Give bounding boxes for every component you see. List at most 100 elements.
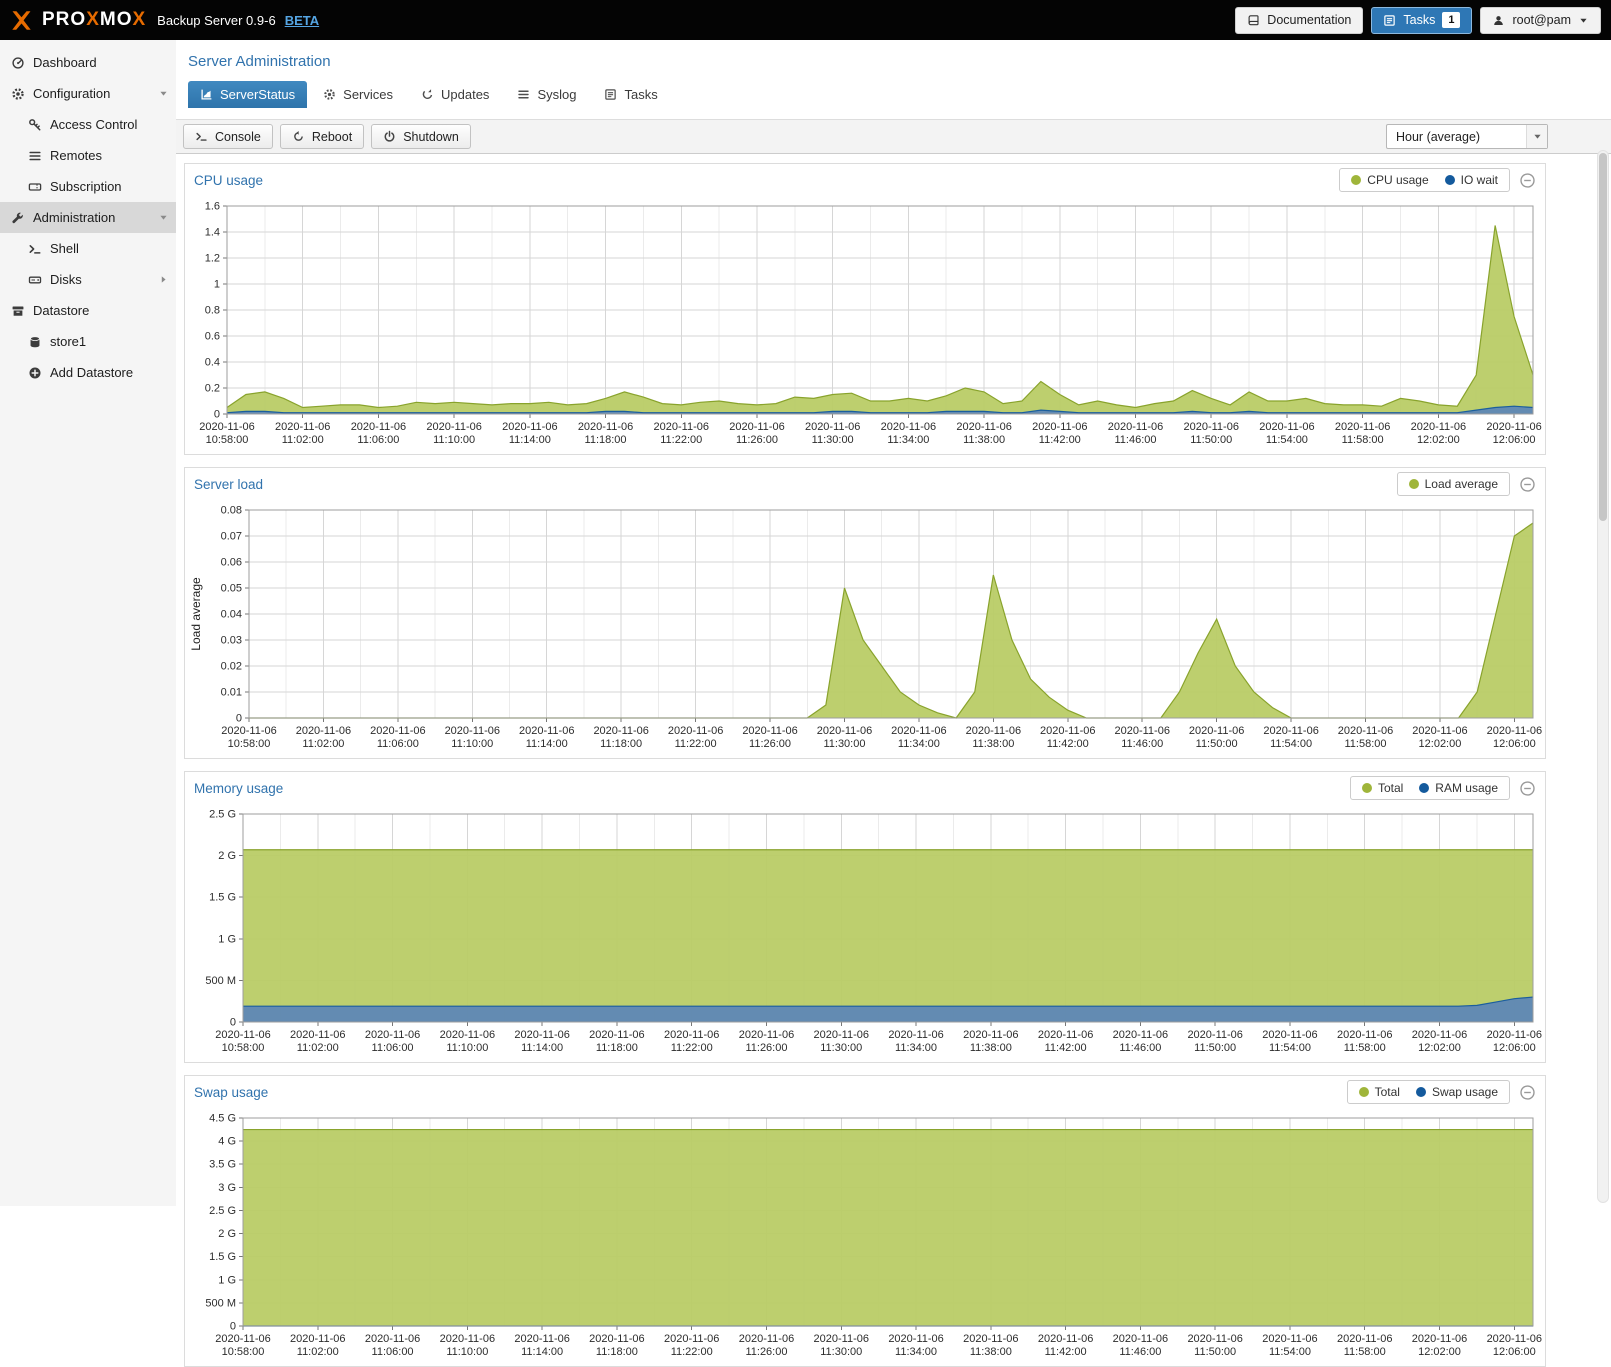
reboot-label: Reboot [312,130,352,144]
panel-title: Swap usage [194,1085,268,1100]
archive-icon [11,304,25,318]
console-button[interactable]: Console [183,124,273,149]
sidebar-item-datastore[interactable]: Datastore [0,295,176,326]
collapse-icon[interactable] [1519,780,1536,797]
tab-services[interactable]: Services [311,81,405,108]
svg-text:2020-11-0611:38:00: 2020-11-0611:38:00 [966,725,1021,750]
svg-text:2020-11-0611:14:00: 2020-11-0611:14:00 [514,1029,569,1054]
refresh-icon [421,88,434,101]
svg-text:3.5 G: 3.5 G [209,1159,236,1171]
sidebar-item-add-datastore[interactable]: Add Datastore [0,357,176,388]
sidebar-item-remotes[interactable]: Remotes [0,140,176,171]
gear-icon [11,87,25,101]
svg-text:2020-11-0611:22:00: 2020-11-0611:22:00 [664,1333,719,1358]
svg-text:2020-11-0611:42:00: 2020-11-0611:42:00 [1038,1333,1093,1358]
user-icon [1492,14,1505,27]
sidebar-item-label: Dashboard [33,55,97,70]
proxmox-logo-icon [10,9,33,32]
sidebar-item-dashboard[interactable]: Dashboard [0,47,176,78]
reboot-button[interactable]: Reboot [280,124,364,149]
svg-text:2020-11-0611:42:00: 2020-11-0611:42:00 [1038,1029,1093,1054]
sidebar-item-label: Add Datastore [50,365,133,380]
gear-icon [323,88,336,101]
svg-text:2020-11-0611:34:00: 2020-11-0611:34:00 [891,725,946,750]
svg-text:2.5 G: 2.5 G [209,1205,236,1217]
brand-text: PROXMOX [42,9,146,31]
svg-text:0.03: 0.03 [221,635,242,647]
svg-text:2020-11-0611:46:00: 2020-11-0611:46:00 [1108,421,1163,446]
tab-tasks[interactable]: Tasks [592,81,669,108]
sidebar-item-label: Access Control [50,117,137,132]
collapse-icon[interactable] [1519,1084,1536,1101]
svg-text:3 G: 3 G [218,1182,236,1194]
swap-usage-panel: Swap usage TotalSwap usage 0500 M1 G1.5 … [184,1075,1546,1367]
sidebar-item-label: Datastore [33,303,89,318]
svg-text:2020-11-0612:02:00: 2020-11-0612:02:00 [1411,421,1466,446]
svg-text:2020-11-0611:06:00: 2020-11-0611:06:00 [365,1029,420,1054]
terminal-icon [28,242,42,256]
tab-label: Services [343,87,393,102]
tasks-badge: 1 [1442,12,1460,28]
combo-trigger[interactable] [1526,125,1547,148]
svg-text:2020-11-0611:58:00: 2020-11-0611:58:00 [1337,1029,1392,1054]
svg-text:2020-11-0611:54:00: 2020-11-0611:54:00 [1263,725,1318,750]
vertical-scrollbar[interactable] [1597,150,1609,1203]
disk-icon [28,273,42,287]
legend-item: Swap usage [1416,1085,1498,1099]
shutdown-button[interactable]: Shutdown [371,124,471,149]
sidebar-item-configuration[interactable]: Configuration [0,78,176,109]
sidebar-item-subscription[interactable]: Subscription [0,171,176,202]
shutdown-label: Shutdown [403,130,459,144]
caret-down-icon[interactable] [158,88,169,99]
svg-text:0.08: 0.08 [221,505,242,517]
swap-usage-chart: 0500 M1 G1.5 G2 G2.5 G3 G3.5 G4 G4.5 G20… [185,1108,1545,1366]
beta-link[interactable]: BETA [285,13,319,28]
sidebar-item-disks[interactable]: Disks [0,264,176,295]
caret-right-icon[interactable] [158,274,169,285]
collapse-icon[interactable] [1519,172,1536,189]
cpu-usage-chart: 00.20.40.60.811.21.41.62020-11-0610:58:0… [185,196,1545,454]
main-content: Server Administration ServerStatus Servi… [176,40,1611,1206]
scrollbar-thumb[interactable] [1599,153,1607,521]
svg-text:2020-11-0611:18:00: 2020-11-0611:18:00 [593,725,648,750]
tab-updates[interactable]: Updates [409,81,501,108]
tasks-button[interactable]: Tasks 1 [1371,7,1472,34]
svg-text:2020-11-0611:10:00: 2020-11-0611:10:00 [440,1333,495,1358]
tab-syslog[interactable]: Syslog [505,81,588,108]
svg-text:4.5 G: 4.5 G [209,1113,236,1125]
tab-serverstatus[interactable]: ServerStatus [188,81,307,108]
svg-text:2020-11-0611:14:00: 2020-11-0611:14:00 [502,421,557,446]
legend-item: Total [1359,1085,1400,1099]
svg-text:2020-11-0612:02:00: 2020-11-0612:02:00 [1412,1029,1467,1054]
svg-text:2020-11-0611:18:00: 2020-11-0611:18:00 [589,1029,644,1054]
svg-text:2020-11-0612:06:00: 2020-11-0612:06:00 [1486,421,1541,446]
user-label: root@pam [1512,13,1571,27]
documentation-button[interactable]: Documentation [1235,7,1363,34]
tasklist-icon [1383,14,1396,27]
svg-text:0.05: 0.05 [221,583,242,595]
svg-text:2020-11-0610:58:00: 2020-11-0610:58:00 [215,1029,270,1054]
sidebar-item-access-control[interactable]: Access Control [0,109,176,140]
svg-text:2020-11-0611:18:00: 2020-11-0611:18:00 [589,1333,644,1358]
svg-text:2020-11-0611:38:00: 2020-11-0611:38:00 [963,1029,1018,1054]
sidebar-item-shell[interactable]: Shell [0,233,176,264]
user-menu-button[interactable]: root@pam [1480,7,1601,34]
sidebar: Dashboard Configuration Access Control Remo… [0,40,176,1206]
timeframe-select[interactable]: Hour (average) [1386,124,1548,149]
svg-text:2020-11-0611:42:00: 2020-11-0611:42:00 [1032,421,1087,446]
plus-circle-icon [28,366,42,380]
product-version: Backup Server 0.9-6 [157,13,276,28]
tab-label: Syslog [537,87,576,102]
sidebar-item-label: Disks [50,272,82,287]
svg-text:1: 1 [214,279,220,291]
caret-down-icon[interactable] [158,212,169,223]
sidebar-item-administration[interactable]: Administration [0,202,176,233]
svg-text:Load average: Load average [189,577,203,651]
svg-text:0.4: 0.4 [205,357,220,369]
svg-text:1 G: 1 G [218,1274,236,1286]
collapse-icon[interactable] [1519,476,1536,493]
svg-text:2020-11-0612:06:00: 2020-11-0612:06:00 [1487,1029,1542,1054]
svg-text:2020-11-0611:46:00: 2020-11-0611:46:00 [1113,1029,1168,1054]
memory-usage-chart: 0500 M1 G1.5 G2 G2.5 G2020-11-0610:58:00… [185,804,1545,1062]
sidebar-item-store1[interactable]: store1 [0,326,176,357]
